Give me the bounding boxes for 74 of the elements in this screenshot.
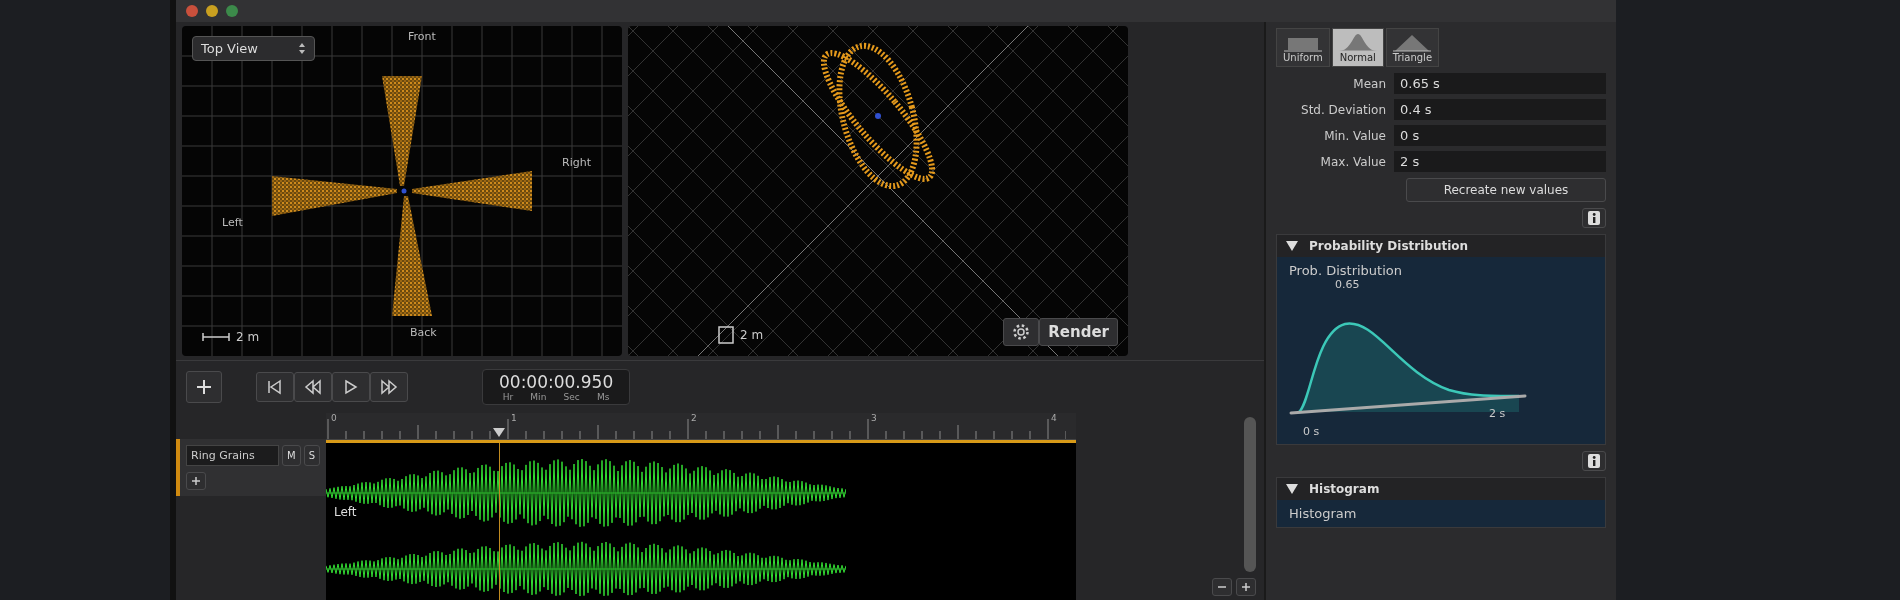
rewind-icon bbox=[304, 379, 322, 395]
track-name-field[interactable]: Ring Grains bbox=[186, 445, 279, 466]
plus-icon bbox=[191, 476, 201, 486]
distribution-tab[interactable]: Uniform bbox=[1276, 28, 1330, 67]
ruler-label: 3 bbox=[871, 413, 877, 423]
scale-bar-icon bbox=[202, 331, 230, 343]
field-label: Min. Value bbox=[1323, 128, 1386, 143]
minimize-button[interactable] bbox=[206, 5, 218, 17]
field-label: Std. Deviation bbox=[1300, 102, 1386, 117]
plus-icon bbox=[196, 379, 212, 395]
info-icon bbox=[1588, 211, 1600, 225]
field-label: Max. Value bbox=[1319, 154, 1386, 169]
play-icon bbox=[342, 379, 360, 395]
zoom-button[interactable] bbox=[226, 5, 238, 17]
play-button[interactable] bbox=[332, 372, 370, 402]
zoom-out-button[interactable] bbox=[1212, 578, 1232, 596]
peak-label: 0.65 bbox=[1335, 278, 1360, 291]
normal-curve-icon bbox=[1338, 32, 1377, 52]
axis-label: Back bbox=[410, 326, 437, 339]
distribution-tab[interactable]: Normal bbox=[1331, 28, 1384, 67]
section-header[interactable]: Probability Distribution bbox=[1277, 235, 1605, 257]
time-unit-label: Min bbox=[530, 392, 547, 402]
input-field[interactable]: 0 s bbox=[1394, 125, 1606, 146]
ruler-label: 4 bbox=[1051, 413, 1057, 423]
scrollbar[interactable] bbox=[1244, 417, 1256, 572]
time-unit-label: Sec bbox=[563, 392, 580, 402]
view-dropdown[interactable]: Top View bbox=[192, 36, 315, 61]
input-field[interactable]: 2 s bbox=[1394, 151, 1606, 172]
input-field[interactable]: 0.65 s bbox=[1394, 73, 1606, 94]
ruler-label: 0 bbox=[331, 413, 337, 423]
plus-icon bbox=[1241, 582, 1251, 592]
axis-label: Right bbox=[562, 156, 591, 169]
mute-button[interactable]: M bbox=[282, 445, 301, 466]
axis-label: 0 s bbox=[1303, 425, 1320, 438]
field-label: Mean bbox=[1352, 76, 1386, 91]
triangle-curve-icon bbox=[1393, 32, 1432, 52]
chart-title: Histogram bbox=[1289, 506, 1358, 521]
info-button[interactable] bbox=[1582, 451, 1606, 471]
fast-forward-button[interactable] bbox=[370, 372, 408, 402]
add-track-button[interactable] bbox=[186, 472, 206, 490]
chart-title: Prob. Distribution bbox=[1289, 263, 1403, 278]
axis-label: 2 s bbox=[1489, 407, 1506, 420]
render-button[interactable]: Render bbox=[1039, 318, 1118, 346]
playhead-icon bbox=[492, 427, 506, 438]
add-button[interactable] bbox=[186, 371, 222, 403]
section-header[interactable]: Histogram bbox=[1277, 478, 1605, 500]
square-icon bbox=[718, 326, 734, 344]
close-button[interactable] bbox=[186, 5, 198, 17]
zoom-in-button[interactable] bbox=[1236, 578, 1256, 596]
section-title: Probability Distribution bbox=[1309, 239, 1469, 253]
rewind-button[interactable] bbox=[294, 372, 332, 402]
info-button[interactable] bbox=[1582, 208, 1606, 228]
distribution-tab[interactable]: Triangle bbox=[1385, 28, 1440, 67]
time-unit-label: Hr bbox=[502, 392, 514, 402]
ruler-label: 2 bbox=[691, 413, 697, 423]
input-field[interactable]: 0.4 s bbox=[1394, 99, 1606, 120]
section-title: Histogram bbox=[1309, 482, 1380, 496]
time-readout: 00:00:00.950 bbox=[499, 372, 614, 392]
axis-label: Front bbox=[408, 30, 436, 43]
fast-forward-icon bbox=[380, 379, 398, 395]
recreate-button[interactable]: Recreate new values bbox=[1406, 178, 1606, 202]
skip-back-icon bbox=[266, 379, 284, 395]
scale-label: 2 m bbox=[236, 330, 260, 344]
scale-label: 2 m bbox=[740, 328, 764, 342]
settings-button[interactable] bbox=[1003, 318, 1040, 346]
settings-icon bbox=[1012, 323, 1031, 341]
time-unit-label: Ms bbox=[597, 392, 610, 402]
axis-label: Left bbox=[222, 216, 243, 229]
updown-arrow-icon bbox=[297, 42, 306, 55]
channel-label: Left bbox=[332, 505, 359, 519]
info-icon bbox=[1588, 454, 1600, 468]
skip-back-button[interactable] bbox=[256, 372, 294, 402]
ruler-label: 1 bbox=[511, 413, 517, 423]
solo-button[interactable]: S bbox=[303, 445, 320, 466]
